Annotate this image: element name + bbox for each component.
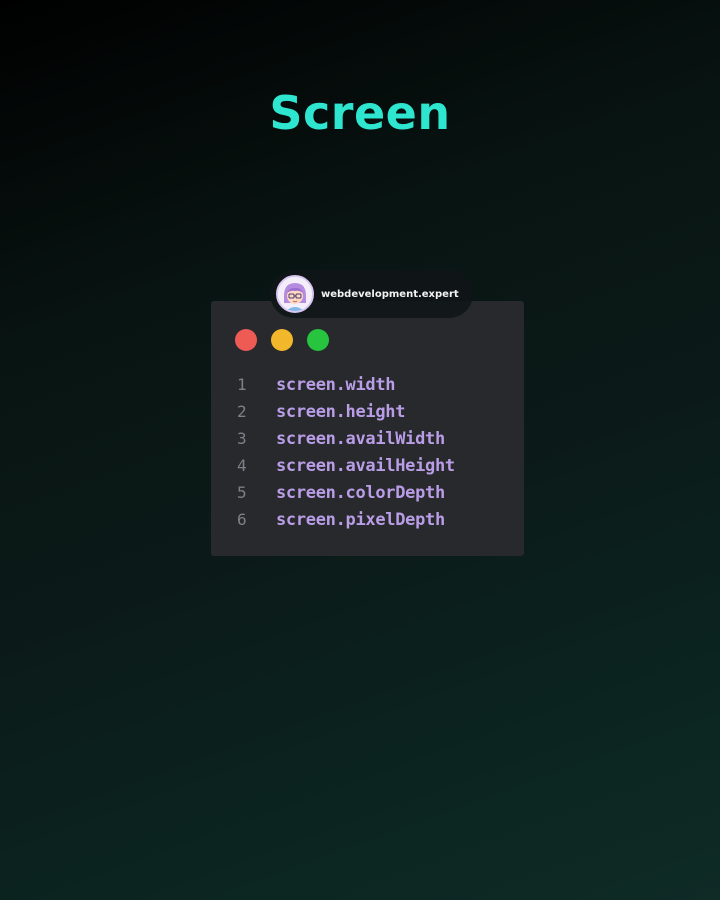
code-text: screen.height (276, 401, 406, 422)
minimize-dot-icon (271, 329, 293, 351)
avatar (276, 275, 314, 313)
code-line: 5 screen.colorDepth (235, 479, 500, 506)
maximize-dot-icon (307, 329, 329, 351)
code-text: screen.width (276, 374, 396, 395)
code-block: 1 screen.width 2 screen.height 3 screen.… (235, 371, 500, 533)
line-number: 6 (237, 510, 247, 529)
line-number: 3 (237, 429, 247, 448)
author-badge[interactable]: webdevelopment.expert (270, 270, 473, 318)
code-text: screen.availHeight (276, 455, 455, 476)
author-handle: webdevelopment.expert (321, 288, 459, 300)
code-window: 1 screen.width 2 screen.height 3 screen.… (211, 301, 524, 556)
line-number: 4 (237, 456, 247, 475)
line-number: 1 (237, 375, 247, 394)
code-line: 3 screen.availWidth (235, 425, 500, 452)
code-line: 4 screen.availHeight (235, 452, 500, 479)
code-line: 2 screen.height (235, 398, 500, 425)
code-text: screen.pixelDepth (276, 509, 445, 530)
line-number: 5 (237, 483, 247, 502)
window-controls (235, 329, 500, 351)
code-text: screen.availWidth (276, 428, 445, 449)
page-title: Screen (269, 86, 451, 140)
close-dot-icon (235, 329, 257, 351)
code-line: 1 screen.width (235, 371, 500, 398)
code-line: 6 screen.pixelDepth (235, 506, 500, 533)
avatar-illustration-icon (278, 277, 312, 311)
code-text: screen.colorDepth (276, 482, 445, 503)
line-number: 2 (237, 402, 247, 421)
